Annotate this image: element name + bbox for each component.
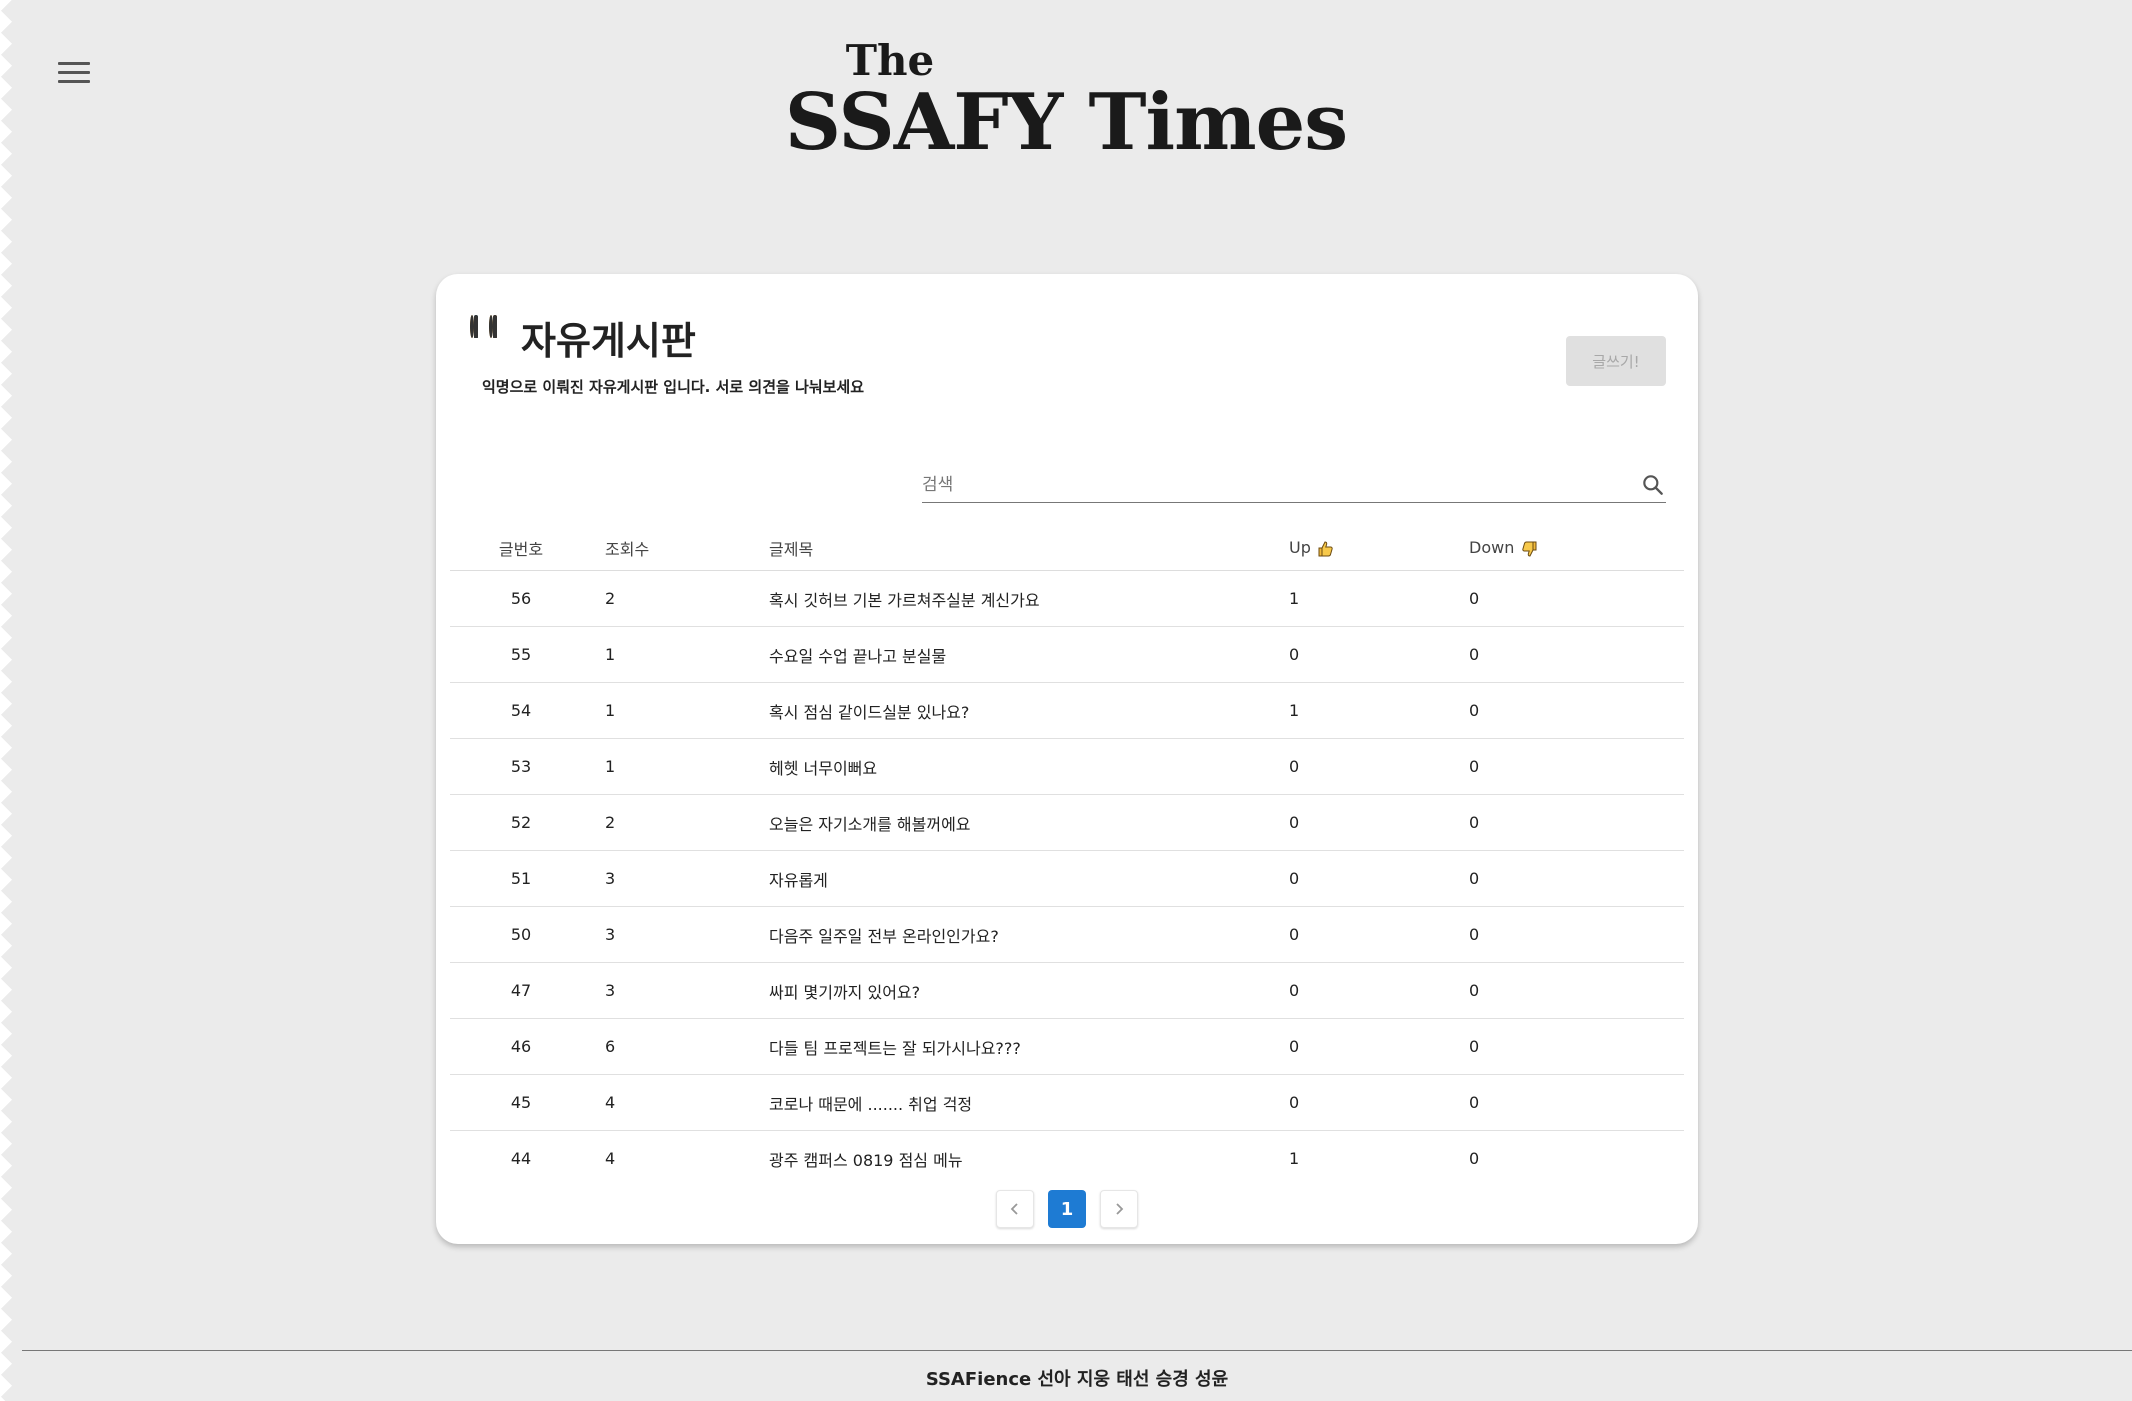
cell-title[interactable]: 다음주 일주일 전부 온라인인가요? (768, 906, 1288, 963)
search-icon[interactable] (1640, 472, 1666, 498)
cell-title[interactable]: 싸피 몇기까지 있어요? (768, 962, 1288, 1019)
cell-down: 0 (1468, 682, 1684, 739)
cell-views: 1 (591, 626, 768, 683)
table-row[interactable]: 55 1 수요일 수업 끝나고 분실물 0 0 (450, 626, 1684, 683)
cell-title[interactable]: 수요일 수업 끝나고 분실물 (768, 626, 1288, 683)
cell-title[interactable]: 자유롭게 (768, 850, 1288, 907)
table-row[interactable]: 45 4 코로나 때문에 ....... 취업 걱정 0 0 (450, 1074, 1684, 1131)
cell-views: 4 (591, 1074, 768, 1131)
cell-down: 0 (1468, 906, 1684, 963)
cell-title[interactable]: 광주 캠퍼스 0819 점심 메뉴 (768, 1131, 1288, 1187)
table-row[interactable]: 46 6 다들 팀 프로젝트는 잘 되가시나요??? 0 0 (450, 1018, 1684, 1075)
table-row[interactable]: 53 1 헤헷 너무이뻐요 0 0 (450, 738, 1684, 795)
header-down-label: Down (1469, 538, 1515, 558)
cell-up: 0 (1288, 850, 1468, 907)
cell-post-number: 51 (450, 850, 591, 907)
board-header: 자유게시판 (470, 310, 696, 365)
table-row[interactable]: 44 4 광주 캠퍼스 0819 점심 메뉴 1 0 (450, 1131, 1684, 1187)
cell-up: 0 (1288, 906, 1468, 963)
cell-post-number: 55 (450, 626, 591, 683)
cell-down: 0 (1468, 1074, 1684, 1131)
cell-post-number: 54 (450, 682, 591, 739)
table-row[interactable]: 54 1 혹시 점심 같이드실분 있나요? 1 0 (450, 682, 1684, 739)
next-page-button[interactable] (1100, 1190, 1138, 1228)
cell-up: 0 (1288, 794, 1468, 851)
header-up[interactable]: Up (1288, 526, 1468, 571)
page-button-current[interactable]: 1 (1048, 1190, 1086, 1228)
logo-main-text: SSAFY Times (784, 77, 1348, 168)
cell-up: 1 (1289, 1149, 1300, 1168)
cell-post-number: 50 (450, 906, 591, 963)
cell-up: 0 (1288, 626, 1468, 683)
search-bar (922, 468, 1666, 503)
cell-title[interactable]: 혹시 점심 같이드실분 있나요? (768, 682, 1288, 739)
cell-post-number: 45 (450, 1074, 591, 1131)
cell-up: 1 (1288, 682, 1468, 739)
logo-top-text: The (845, 36, 935, 85)
table-row[interactable]: 56 2 혹시 깃허브 기본 가르쳐주실분 계신가요 1 0 (450, 570, 1684, 627)
header-down[interactable]: Down (1468, 526, 1684, 571)
cell-down: 0 (1468, 1018, 1684, 1075)
cell-title[interactable]: 혹시 깃허브 기본 가르쳐주실분 계신가요 (768, 570, 1288, 627)
board-card: 자유게시판 익명으로 이뤄진 자유게시판 입니다. 서로 의견을 나눠보세요 글… (436, 274, 1698, 1244)
chevron-left-icon (1010, 1203, 1018, 1215)
cell-views: 1 (591, 682, 768, 739)
table-row[interactable]: 50 3 다음주 일주일 전부 온라인인가요? 0 0 (450, 906, 1684, 963)
cell-post-number: 46 (450, 1018, 591, 1075)
cell-views: 2 (591, 794, 768, 851)
search-input[interactable] (922, 475, 1640, 495)
cell-down: 0 (1468, 626, 1684, 683)
header-title[interactable]: 글제목 (768, 526, 1288, 571)
thumbs-up-icon (1318, 541, 1333, 557)
cell-down: 0 (1468, 570, 1684, 627)
cell-views: 4 (605, 1149, 616, 1168)
write-post-button[interactable]: 글쓰기! (1566, 336, 1666, 386)
cell-post-number: 52 (450, 794, 591, 851)
cell-post-number: 56 (450, 570, 591, 627)
table-header-row: 글번호 조회수 글제목 Up Down (450, 526, 1684, 571)
decorative-zigzag-border (0, 0, 26, 1401)
cell-title[interactable]: 다들 팀 프로젝트는 잘 되가시나요??? (768, 1018, 1288, 1075)
thumbs-down-icon (1522, 541, 1537, 557)
prev-page-button[interactable] (996, 1190, 1034, 1228)
cell-views: 3 (591, 850, 768, 907)
two-people-icon (470, 314, 507, 359)
cell-views: 6 (591, 1018, 768, 1075)
cell-views: 3 (591, 962, 768, 1019)
page-title: 자유게시판 (521, 319, 696, 363)
table-row[interactable]: 52 2 오늘은 자기소개를 해볼꺼에요 0 0 (450, 794, 1684, 851)
cell-down: 0 (1468, 850, 1684, 907)
footer-credits: SSAFience 선아 지웅 태선 승경 성윤 (925, 1369, 1229, 1390)
header-views[interactable]: 조회수 (591, 526, 768, 571)
cell-up: 0 (1288, 962, 1468, 1019)
posts-table: 글번호 조회수 글제목 Up Down 56 2 혹시 깃허브 기본 가르쳐주실… (450, 526, 1684, 1186)
cell-down: 0 (1468, 738, 1684, 795)
cell-down: 0 (1469, 1149, 1480, 1168)
table-row[interactable]: 47 3 싸피 몇기까지 있어요? 0 0 (450, 962, 1684, 1019)
chevron-right-icon (1116, 1203, 1124, 1215)
cell-title[interactable]: 헤헷 너무이뻐요 (768, 738, 1288, 795)
cell-post-number: 53 (450, 738, 591, 795)
cell-up: 0 (1288, 1074, 1468, 1131)
cell-title[interactable]: 오늘은 자기소개를 해볼꺼에요 (768, 794, 1288, 851)
site-logo[interactable]: The SSAFY Times (0, 40, 2132, 162)
cell-up: 1 (1288, 570, 1468, 627)
board-description: 익명으로 이뤄진 자유게시판 입니다. 서로 의견을 나눠보세요 (482, 378, 865, 396)
cell-down: 0 (1468, 794, 1684, 851)
cell-up: 0 (1288, 738, 1468, 795)
cell-title[interactable]: 코로나 때문에 ....... 취업 걱정 (768, 1074, 1288, 1131)
header-up-label: Up (1289, 538, 1311, 558)
header-post-number[interactable]: 글번호 (450, 526, 591, 571)
pagination: 1 (436, 1190, 1698, 1228)
footer: SSAFience 선아 지웅 태선 승경 성윤 (22, 1350, 2132, 1401)
cell-up: 0 (1288, 1018, 1468, 1075)
cell-down: 0 (1468, 962, 1684, 1019)
cell-post-number: 47 (450, 962, 591, 1019)
cell-views: 1 (591, 738, 768, 795)
cell-views: 2 (591, 570, 768, 627)
table-row[interactable]: 51 3 자유롭게 0 0 (450, 850, 1684, 907)
cell-views: 3 (591, 906, 768, 963)
cell-post-number: 44 (510, 1149, 532, 1168)
